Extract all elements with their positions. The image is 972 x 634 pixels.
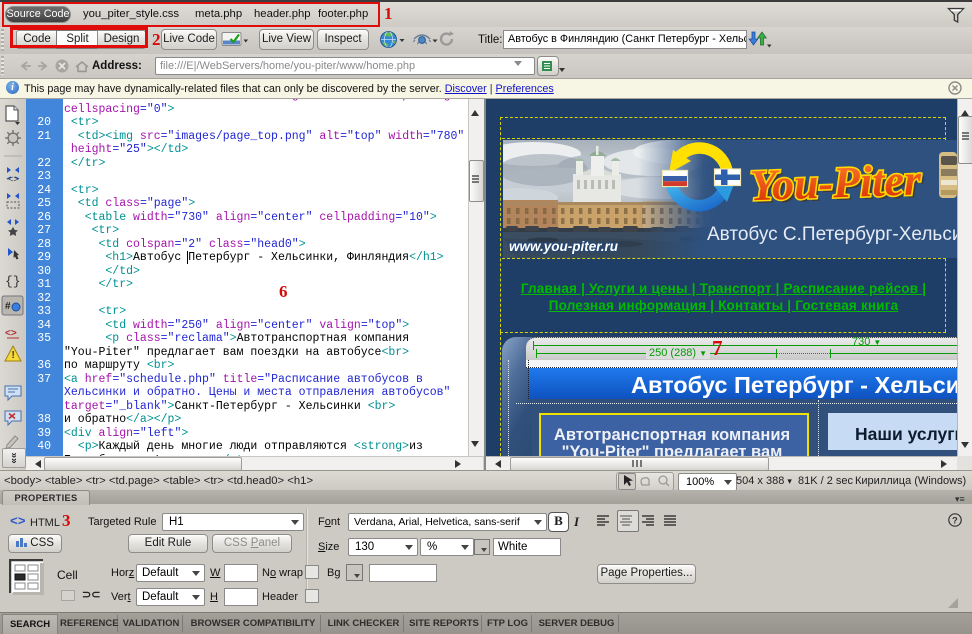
svg-text:You-Piter: You-Piter (749, 155, 923, 210)
svg-text:www.you-piter.ru: www.you-piter.ru (509, 239, 619, 254)
svg-text:!: ! (12, 350, 15, 361)
svg-text:{}: {} (5, 274, 21, 289)
svg-text:#: # (5, 301, 11, 312)
svg-text:<>: <> (8, 174, 19, 184)
svg-text:?: ? (952, 516, 958, 527)
svg-text:<>: <> (5, 328, 17, 339)
svg-text:Автобус С.Петербург-Хельсинки: Автобус С.Петербург-Хельсинки (707, 224, 957, 245)
